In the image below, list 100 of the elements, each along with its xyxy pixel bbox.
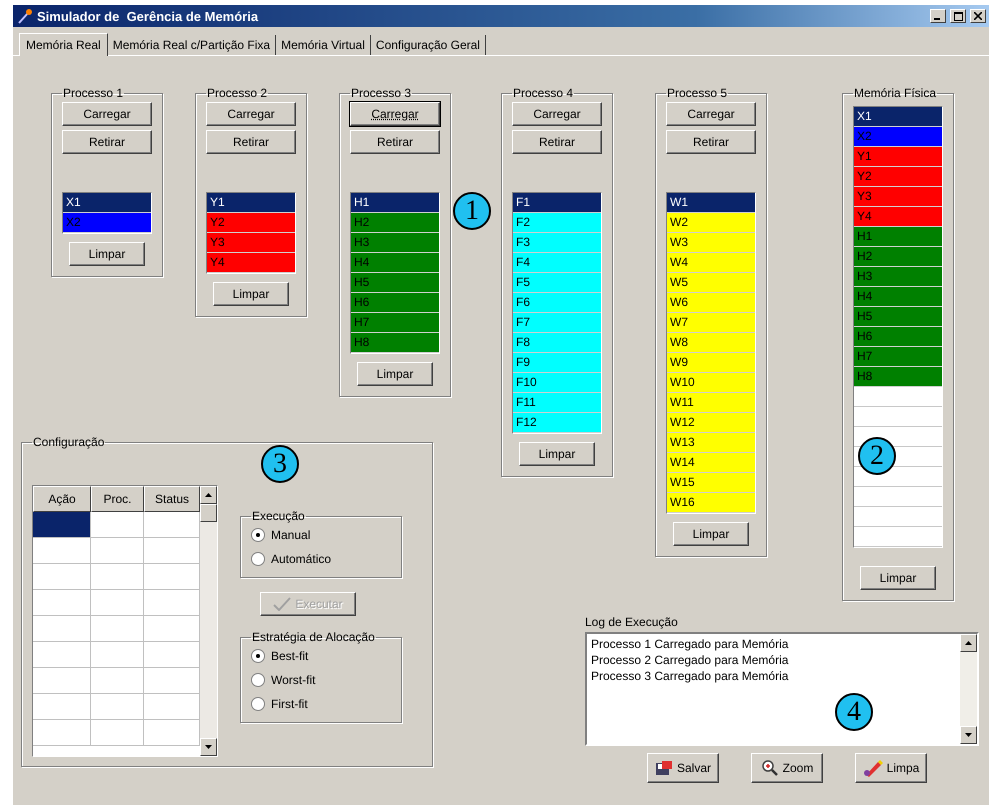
radio-button[interactable] (251, 528, 265, 542)
close-button[interactable] (970, 9, 986, 23)
table-cell[interactable] (144, 642, 200, 668)
memory-block[interactable]: H2 (854, 247, 942, 267)
clear-button[interactable]: Limpar (213, 282, 289, 306)
scrollbar[interactable] (960, 634, 977, 744)
page-item[interactable]: H7 (351, 313, 439, 333)
table-cell[interactable] (144, 590, 200, 616)
table-cell[interactable] (33, 694, 91, 720)
page-item[interactable]: F12 (513, 413, 601, 433)
page-item[interactable]: W12 (667, 413, 755, 433)
memory-block[interactable]: Y2 (854, 167, 942, 187)
save-button[interactable]: Salvar (647, 753, 719, 783)
page-item[interactable]: F5 (513, 273, 601, 293)
page-item[interactable]: F4 (513, 253, 601, 273)
scroll-thumb[interactable] (200, 504, 217, 522)
page-item[interactable]: W10 (667, 373, 755, 393)
memory-block[interactable]: Y4 (854, 207, 942, 227)
table-cell[interactable] (91, 512, 144, 538)
page-item[interactable]: H6 (351, 293, 439, 313)
table-cell[interactable] (91, 720, 144, 746)
clear-button[interactable]: Limpar (519, 442, 595, 466)
load-button[interactable]: Carregar (512, 102, 602, 126)
table-cell[interactable] (91, 694, 144, 720)
page-item[interactable]: W7 (667, 313, 755, 333)
radio-option[interactable]: First-fit (251, 694, 308, 714)
free-memory-block[interactable] (854, 467, 942, 487)
table-cell[interactable] (91, 590, 144, 616)
memory-block[interactable]: H8 (854, 367, 942, 387)
clear-button[interactable]: Limpar (673, 522, 749, 546)
page-item[interactable]: F3 (513, 233, 601, 253)
clear-button[interactable]: Limpar (69, 242, 145, 266)
memory-block[interactable]: X1 (854, 107, 942, 127)
table-cell[interactable] (144, 616, 200, 642)
page-item[interactable]: F7 (513, 313, 601, 333)
page-item[interactable]: X1 (63, 193, 151, 213)
memory-block[interactable]: H1 (854, 227, 942, 247)
table-cell[interactable] (144, 512, 200, 538)
load-button[interactable]: Carregar (350, 102, 440, 126)
memory-block[interactable]: H4 (854, 287, 942, 307)
radio-button[interactable] (251, 697, 265, 711)
radio-button[interactable] (251, 552, 265, 566)
table-cell[interactable] (144, 668, 200, 694)
remove-button[interactable]: Retirar (666, 130, 756, 154)
table-cell[interactable] (91, 616, 144, 642)
table-cell[interactable] (33, 668, 91, 694)
scroll-up-icon[interactable] (965, 641, 972, 645)
radio-option[interactable]: Manual (251, 525, 310, 545)
table-cell[interactable] (91, 538, 144, 564)
page-item[interactable]: W15 (667, 473, 755, 493)
memory-block[interactable]: Y3 (854, 187, 942, 207)
page-item[interactable]: F10 (513, 373, 601, 393)
maximize-button[interactable] (950, 9, 966, 23)
radio-option[interactable]: Automático (251, 549, 332, 569)
zoom-button[interactable]: Zoom (751, 753, 823, 783)
free-memory-block[interactable] (854, 427, 942, 447)
page-item[interactable]: Y4 (207, 253, 295, 273)
page-item[interactable]: F2 (513, 213, 601, 233)
memory-block[interactable]: H6 (854, 327, 942, 347)
page-item[interactable]: W9 (667, 353, 755, 373)
load-button[interactable]: Carregar (666, 102, 756, 126)
scroll-down-icon[interactable] (965, 733, 972, 737)
page-item[interactable]: H5 (351, 273, 439, 293)
scrollbar[interactable] (200, 486, 217, 756)
radio-option[interactable]: Best-fit (251, 646, 308, 666)
remove-button[interactable]: Retirar (206, 130, 296, 154)
page-item[interactable]: H8 (351, 333, 439, 353)
scroll-up-icon[interactable] (205, 493, 212, 497)
memory-block[interactable]: H5 (854, 307, 942, 327)
load-button[interactable]: Carregar (206, 102, 296, 126)
page-item[interactable]: Y2 (207, 213, 295, 233)
table-cell[interactable] (144, 694, 200, 720)
table-cell[interactable] (144, 720, 200, 746)
page-item[interactable]: F1 (513, 193, 601, 213)
tab[interactable]: Memória Virtual (276, 35, 371, 55)
table-cell[interactable] (33, 512, 91, 538)
table-cell[interactable] (33, 720, 91, 746)
page-item[interactable]: W6 (667, 293, 755, 313)
table-cell[interactable] (33, 564, 91, 590)
page-item[interactable]: F11 (513, 393, 601, 413)
page-item[interactable]: H3 (351, 233, 439, 253)
clear-button[interactable]: Limpa (855, 753, 927, 783)
table-cell[interactable] (33, 590, 91, 616)
page-item[interactable]: F6 (513, 293, 601, 313)
page-item[interactable]: W11 (667, 393, 755, 413)
table-cell[interactable] (33, 642, 91, 668)
page-item[interactable]: W8 (667, 333, 755, 353)
tab[interactable]: Memória Real (19, 33, 108, 56)
tab[interactable]: Memória Real c/Partição Fixa (108, 35, 276, 55)
column-header[interactable]: Proc. (91, 486, 144, 512)
table-cell[interactable] (144, 538, 200, 564)
scroll-down-icon[interactable] (205, 745, 212, 749)
page-item[interactable]: W2 (667, 213, 755, 233)
table-cell[interactable] (91, 642, 144, 668)
remove-button[interactable]: Retirar (512, 130, 602, 154)
page-item[interactable]: W4 (667, 253, 755, 273)
clear-button[interactable]: Limpar (357, 362, 433, 386)
table-cell[interactable] (33, 538, 91, 564)
page-item[interactable]: F8 (513, 333, 601, 353)
column-header[interactable]: Ação (33, 486, 91, 512)
